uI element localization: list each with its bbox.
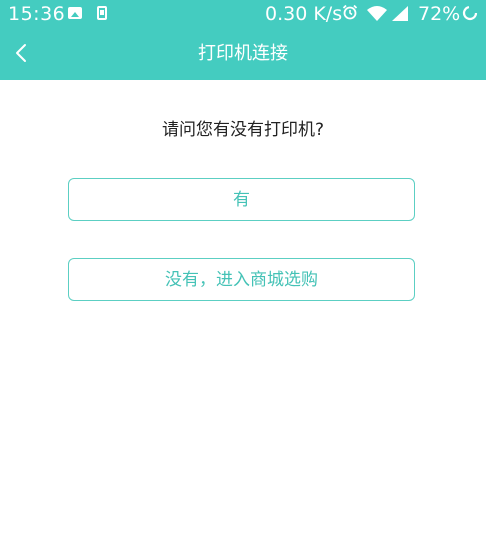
status-bar: 15:36 0.30 K/s 72% (0, 0, 486, 30)
alarm-icon (342, 4, 358, 20)
battery-ring-icon (462, 5, 478, 21)
has-printer-button[interactable]: 有 (68, 178, 415, 221)
signal-icon (392, 6, 408, 21)
image-icon (68, 7, 82, 19)
printer-question: 请问您有没有打印机? (161, 120, 325, 140)
page-title: 打印机连接 (198, 43, 288, 64)
network-speed: 0.30 K/s (265, 3, 343, 25)
phone-icon (97, 6, 107, 20)
battery-percent: 72% (418, 3, 461, 25)
wifi-icon (367, 6, 387, 21)
app-header: 15:36 0.30 K/s 72% 打印机连接 (0, 0, 486, 80)
app-screen: 15:36 0.30 K/s 72% 打印机连接 请问您有没有打印机? 有 没有… (0, 0, 486, 557)
go-to-store-button[interactable]: 没有，进入商城选购 (68, 258, 415, 301)
status-time: 15:36 (8, 3, 66, 25)
